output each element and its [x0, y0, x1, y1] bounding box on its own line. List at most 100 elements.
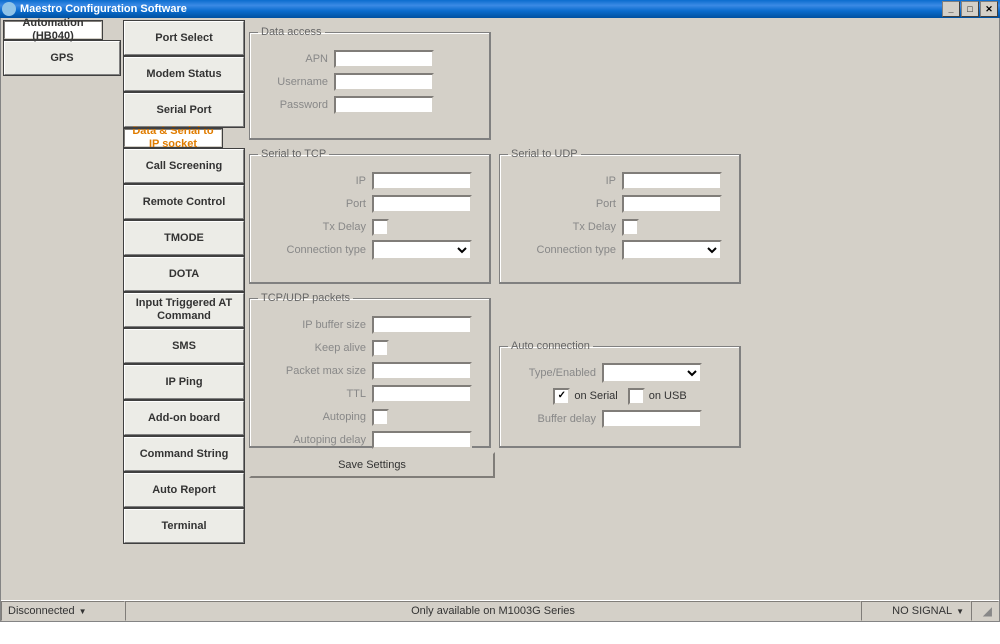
on-serial-label: on Serial [574, 390, 617, 402]
password-input[interactable] [334, 96, 434, 114]
page-label: IP Ping [165, 376, 202, 389]
username-input[interactable] [334, 73, 434, 91]
chevron-down-icon: ▼ [956, 607, 964, 616]
group-legend: Serial to TCP [258, 148, 329, 160]
maximize-button[interactable]: □ [961, 1, 979, 17]
page-label: Port Select [155, 32, 212, 45]
page-label: SMS [172, 340, 196, 353]
status-connection[interactable]: Disconnected ▼ [1, 601, 125, 621]
page-data-serial-ip[interactable]: Data & Serial to IP socket [123, 128, 223, 148]
resize-grip-icon[interactable]: ◢ [971, 601, 999, 621]
tcp-ctype-label: Connection type [258, 244, 366, 256]
page-column: Port Select Modem Status Serial Port Dat… [123, 20, 245, 544]
pmax-input[interactable] [372, 362, 472, 380]
page-ip-ping[interactable]: IP Ping [123, 364, 245, 400]
page-label: Remote Control [143, 196, 226, 209]
category-column: Automation (HB040) GPS [3, 20, 121, 76]
pmax-label: Packet max size [258, 365, 366, 377]
ipbuf-label: IP buffer size [258, 319, 366, 331]
group-legend: Auto connection [508, 340, 593, 352]
page-label: Input Triggered AT Command [129, 297, 239, 323]
category-label: GPS [50, 52, 73, 65]
ipbuf-input[interactable] [372, 316, 472, 334]
udp-txdelay-checkbox[interactable] [622, 219, 639, 236]
group-serial-to-udp: Serial to UDP IP Port Tx Delay Connectio… [499, 148, 741, 284]
buffer-delay-input[interactable] [602, 410, 702, 428]
on-usb-checkbox[interactable] [628, 388, 645, 405]
page-input-triggered[interactable]: Input Triggered AT Command [123, 292, 245, 328]
apn-input[interactable] [334, 50, 434, 68]
auto-type-select[interactable] [602, 363, 702, 383]
password-label: Password [258, 99, 328, 111]
udp-ip-label: IP [508, 175, 616, 187]
content-area: Automation (HB040) GPS Port Select Modem… [0, 18, 1000, 622]
page-sms[interactable]: SMS [123, 328, 245, 364]
page-label: Data & Serial to IP socket [129, 125, 217, 151]
tcp-ip-input[interactable] [372, 172, 472, 190]
page-label: Call Screening [146, 160, 222, 173]
minimize-button[interactable]: _ [942, 1, 960, 17]
keepalive-label: Keep alive [258, 342, 366, 354]
page-remote-control[interactable]: Remote Control [123, 184, 245, 220]
on-serial-checkbox[interactable] [553, 388, 570, 405]
page-label: Serial Port [156, 104, 211, 117]
page-tmode[interactable]: TMODE [123, 220, 245, 256]
udp-txdelay-label: Tx Delay [508, 221, 616, 233]
page-modem-status[interactable]: Modem Status [123, 56, 245, 92]
tcp-port-input[interactable] [372, 195, 472, 213]
page-dota[interactable]: DOTA [123, 256, 245, 292]
page-call-screening[interactable]: Call Screening [123, 148, 245, 184]
close-button[interactable]: ✕ [980, 1, 998, 17]
ttl-input[interactable] [372, 385, 472, 403]
page-auto-report[interactable]: Auto Report [123, 472, 245, 508]
group-tcp-udp-packets: TCP/UDP packets IP buffer size Keep aliv… [249, 292, 491, 448]
save-label: Save Settings [338, 459, 406, 471]
group-legend: Serial to UDP [508, 148, 581, 160]
page-label: DOTA [169, 268, 199, 281]
tcp-txdelay-label: Tx Delay [258, 221, 366, 233]
udp-ctype-select[interactable] [622, 240, 722, 260]
group-serial-to-tcp: Serial to TCP IP Port Tx Delay Connectio… [249, 148, 491, 284]
tcp-port-label: Port [258, 198, 366, 210]
username-label: Username [258, 76, 328, 88]
page-label: TMODE [164, 232, 204, 245]
autoping-checkbox[interactable] [372, 409, 389, 426]
page-port-select[interactable]: Port Select [123, 20, 245, 56]
udp-port-input[interactable] [622, 195, 722, 213]
group-legend: Data access [258, 26, 325, 38]
page-label: Terminal [161, 520, 206, 533]
autoping-delay-label: Autoping delay [258, 434, 366, 446]
ttl-label: TTL [258, 388, 366, 400]
buffer-delay-label: Buffer delay [508, 413, 596, 425]
page-addon-board[interactable]: Add-on board [123, 400, 245, 436]
udp-ip-input[interactable] [622, 172, 722, 190]
chevron-down-icon: ▼ [79, 607, 87, 616]
window-title: Maestro Configuration Software [20, 3, 187, 15]
tcp-ip-label: IP [258, 175, 366, 187]
app-icon [2, 2, 16, 16]
title-bar: Maestro Configuration Software _ □ ✕ [0, 0, 1000, 18]
group-auto-connection: Auto connection Type/Enabled on Serial o… [499, 340, 741, 448]
status-bar: Disconnected ▼ Only available on M1003G … [1, 600, 999, 621]
save-settings-button[interactable]: Save Settings [249, 452, 495, 478]
tcp-txdelay-checkbox[interactable] [372, 219, 389, 236]
page-label: Add-on board [148, 412, 220, 425]
page-command-string[interactable]: Command String [123, 436, 245, 472]
main-panel: Data access APN Username Password Serial… [249, 20, 997, 619]
keepalive-checkbox[interactable] [372, 340, 389, 357]
group-legend: TCP/UDP packets [258, 292, 353, 304]
status-signal[interactable]: NO SIGNAL ▼ [861, 601, 971, 621]
status-message: Only available on M1003G Series [125, 601, 861, 621]
autoping-delay-input[interactable] [372, 431, 472, 449]
tcp-ctype-select[interactable] [372, 240, 472, 260]
udp-port-label: Port [508, 198, 616, 210]
page-terminal[interactable]: Terminal [123, 508, 245, 544]
page-label: Command String [140, 448, 229, 461]
status-signal-text: NO SIGNAL [892, 605, 952, 617]
group-data-access: Data access APN Username Password [249, 26, 491, 140]
autoping-label: Autoping [258, 411, 366, 423]
category-automation[interactable]: Automation (HB040) [3, 20, 103, 40]
status-connection-text: Disconnected [8, 605, 75, 617]
category-gps[interactable]: GPS [3, 40, 121, 76]
page-serial-port[interactable]: Serial Port [123, 92, 245, 128]
